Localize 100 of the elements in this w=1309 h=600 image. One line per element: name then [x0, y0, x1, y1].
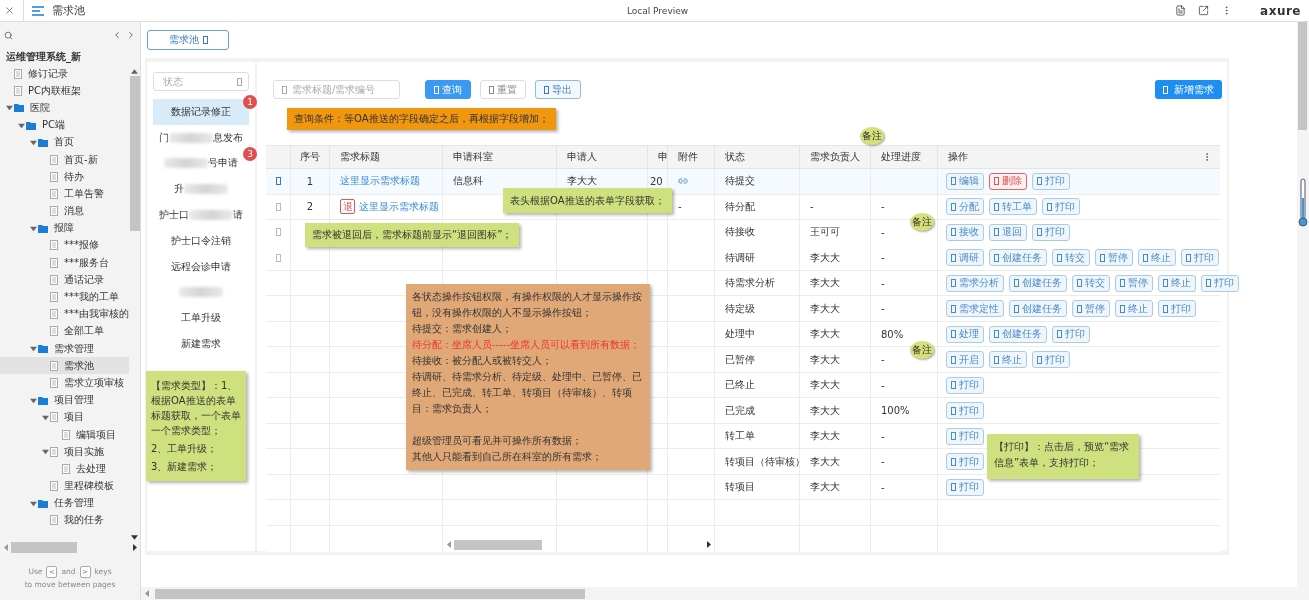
tree-item[interactable]: 消息: [0, 202, 129, 220]
tree-item[interactable]: ***报修: [0, 236, 129, 255]
cell-text: 信息科: [453, 174, 483, 189]
action-button[interactable]: 分配: [946, 198, 984, 216]
tree-item[interactable]: 项目管理: [0, 391, 129, 409]
action-button[interactable]: 转工单: [989, 198, 1037, 216]
tree-item[interactable]: 项目实施: [0, 443, 129, 461]
action-button[interactable]: 暂停: [1115, 274, 1153, 292]
action-button[interactable]: 转交: [1072, 274, 1110, 292]
category-item[interactable]: 护士口 请: [153, 202, 249, 228]
remark-tag[interactable]: 备注: [860, 127, 884, 145]
tree-item[interactable]: 全部工单: [0, 322, 129, 340]
action-button[interactable]: 暂停: [1095, 249, 1133, 267]
action-button[interactable]: 删除: [989, 172, 1027, 190]
tree-item[interactable]: 去处理: [0, 460, 129, 478]
action-button[interactable]: 打印: [1201, 274, 1239, 292]
category-item[interactable]: 远程会诊申请: [153, 253, 249, 280]
item-label: 护士口: [159, 208, 189, 223]
action-button[interactable]: 处理: [946, 325, 984, 343]
category-item[interactable]: 护士口令注销: [153, 228, 249, 254]
toolbar-button[interactable]: 重置: [480, 80, 526, 99]
note-text: 待分配：坐席人员-----坐席人员可以看到所有数据；: [412, 338, 642, 352]
tree-item[interactable]: 首页-新: [0, 150, 129, 169]
tree-item[interactable]: PC内联框架: [0, 82, 129, 100]
action-button[interactable]: 打印: [1052, 325, 1090, 343]
tree-item[interactable]: 报障: [0, 219, 129, 237]
cell-text: 待提交: [725, 174, 755, 189]
tree-item[interactable]: 项目: [0, 408, 129, 426]
add-button[interactable]: 新增需求: [1155, 80, 1222, 99]
tree-item[interactable]: 医院: [0, 99, 129, 117]
tree-item[interactable]: 里程碑模板: [0, 477, 129, 495]
toolbar-button[interactable]: 导出: [535, 80, 581, 99]
filter-field[interactable]: 状态: [153, 72, 249, 91]
action-button[interactable]: 终止: [1138, 249, 1176, 267]
tree-item[interactable]: 首页: [0, 133, 129, 151]
category-item[interactable]: 升: [153, 176, 249, 203]
page-tab[interactable]: 需求池: [147, 30, 229, 50]
sticky-note: 查询条件：等OA推送的字段确定之后，再根据字段增加；: [287, 108, 556, 130]
tree-item[interactable]: 需求管理: [0, 340, 129, 358]
action-button[interactable]: 接收: [946, 223, 984, 241]
action-button[interactable]: 打印: [946, 478, 984, 496]
tree-item[interactable]: 工单告警: [0, 185, 129, 203]
action-button[interactable]: 开启: [946, 351, 984, 369]
action-button[interactable]: 转交: [1052, 249, 1090, 267]
tree-item[interactable]: 待办: [0, 168, 129, 186]
title-link[interactable]: 这里显示需求标题: [340, 174, 420, 189]
tree-item[interactable]: ***服务台: [0, 254, 129, 272]
action-button[interactable]: 创建任务: [989, 325, 1047, 343]
action-button[interactable]: 打印: [946, 376, 984, 394]
count-badge: 1: [243, 95, 257, 109]
title-link[interactable]: 这里显示需求标题: [359, 199, 439, 214]
action-button[interactable]: 打印: [1042, 198, 1080, 216]
action-button[interactable]: 退回: [989, 223, 1027, 241]
action-button[interactable]: 终止: [1158, 274, 1196, 292]
tree-item[interactable]: 需求池: [0, 357, 129, 375]
item-label: 升: [174, 182, 184, 197]
action-button[interactable]: 调研: [946, 249, 984, 267]
tree-item[interactable]: 我的任务: [0, 511, 129, 530]
action-button[interactable]: 打印: [1032, 351, 1070, 369]
tree-item[interactable]: ***由我审核的: [0, 305, 129, 323]
action-button[interactable]: 打印: [946, 453, 984, 471]
action-button[interactable]: 打印: [946, 427, 984, 445]
action-button[interactable]: 打印: [946, 402, 984, 420]
cell-text: 李大大: [810, 250, 840, 265]
tree-item[interactable]: 任务管理: [0, 494, 129, 512]
action-button[interactable]: 需求定性: [946, 300, 1004, 318]
cell-text: -: [881, 481, 885, 493]
category-item[interactable]: 工单升级: [153, 305, 249, 332]
tree-item[interactable]: PC端: [0, 116, 129, 134]
action-button[interactable]: 编辑: [946, 172, 984, 190]
tree-item[interactable]: 需求立项审核: [0, 374, 129, 392]
action-button[interactable]: 需求分析: [946, 274, 1004, 292]
tree-item[interactable]: 修订记录: [0, 65, 129, 83]
note-text: 其他人只能看到自己所在科室的所有需求；: [412, 450, 603, 464]
cell-text: 李大大: [810, 352, 840, 367]
search-field[interactable]: 需求标题/需求编号: [273, 80, 400, 99]
action-button[interactable]: 打印: [1032, 223, 1070, 241]
action-button[interactable]: 创建任务: [1009, 300, 1067, 318]
cell-text: -: [881, 277, 885, 289]
cell-text: 王可可: [810, 225, 840, 240]
toolbar-button[interactable]: 查询: [425, 80, 471, 99]
action-button[interactable]: 暂停: [1072, 300, 1110, 318]
action-button[interactable]: 打印: [1158, 300, 1196, 318]
category-item[interactable]: 数据记录修正: [153, 99, 249, 125]
action-button[interactable]: 终止: [1115, 300, 1153, 318]
action-button[interactable]: 终止: [989, 351, 1027, 369]
category-item[interactable]: 新建需求: [153, 331, 249, 357]
cell-text: 李大大: [810, 403, 840, 418]
tree-item[interactable]: 通话记录: [0, 271, 129, 289]
tree-item[interactable]: 编辑项目: [0, 425, 129, 444]
logo: axure: [1260, 3, 1301, 18]
count-badge: 3: [243, 146, 257, 161]
tree-item[interactable]: ***我的工单: [0, 288, 129, 306]
window-title: Local Preview: [625, 5, 690, 16]
action-button[interactable]: 打印: [1032, 172, 1070, 190]
column-header: 申请科室: [443, 146, 557, 169]
action-button[interactable]: 创建任务: [1009, 274, 1067, 292]
action-button[interactable]: 打印: [1181, 249, 1219, 267]
cell-text: 80%: [881, 328, 904, 340]
action-button[interactable]: 创建任务: [989, 249, 1047, 267]
